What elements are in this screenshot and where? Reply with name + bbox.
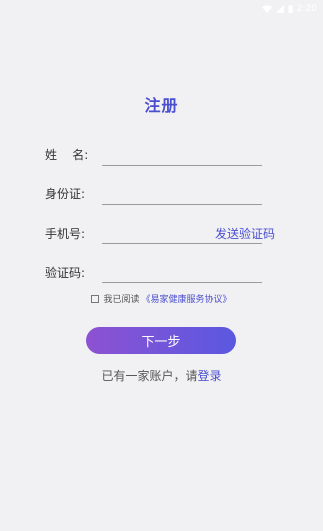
code-underline (102, 282, 262, 283)
wifi-icon (261, 5, 272, 13)
id-label: 身份证: (45, 187, 86, 201)
verification-code-field[interactable] (102, 260, 212, 282)
agreement-link[interactable]: 《易家健康服务协议》 (142, 292, 232, 305)
id-number-field[interactable] (102, 181, 212, 203)
phone-field[interactable] (102, 221, 212, 243)
login-row: 已有一家账户，请登录 (0, 367, 323, 384)
status-time: 2:20 (296, 4, 317, 14)
send-code-button[interactable]: 发送验证码 (215, 225, 275, 242)
agreement-checkbox[interactable] (91, 294, 100, 303)
status-bar: 2:20 (0, 0, 323, 18)
battery-icon (288, 5, 293, 13)
phone-underline (102, 243, 262, 244)
agreement-prefix: 我已阅读 (103, 295, 140, 305)
login-link[interactable]: 登录 (198, 369, 222, 383)
name-field[interactable] (102, 142, 212, 164)
signal-icon (275, 5, 284, 13)
page-title: 注册 (144, 96, 179, 115)
login-prefix: 已有一家账户，请 (101, 369, 198, 383)
phone-label: 手机号: (45, 227, 86, 241)
agreement-row: 我已阅读 《易家健康服务协议》 (0, 292, 323, 305)
name-label: 姓 名: (45, 148, 89, 162)
id-underline (102, 204, 262, 205)
next-step-button[interactable]: 下一步 (86, 327, 236, 354)
name-underline (102, 165, 262, 166)
code-label: 验证码: (45, 266, 86, 280)
